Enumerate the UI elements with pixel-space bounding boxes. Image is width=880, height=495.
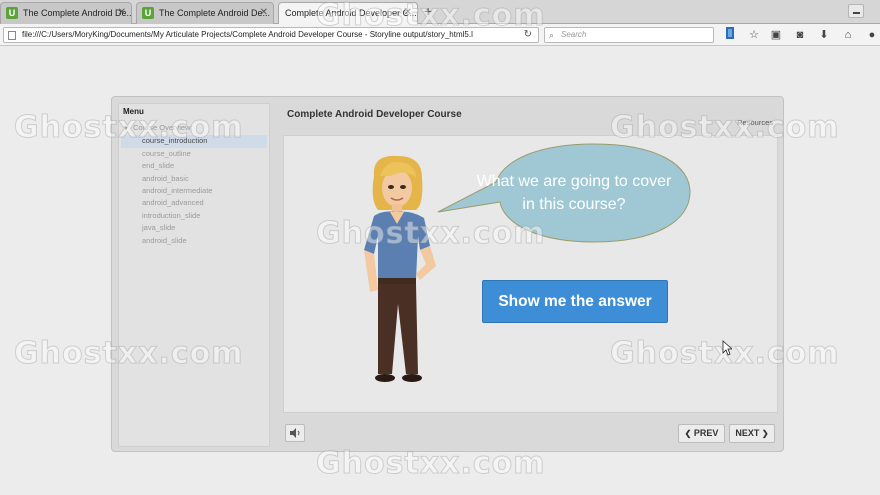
menu-item-course-outline[interactable]: course_outline (119, 148, 269, 160)
chevron-left-icon: ❮ (684, 429, 692, 438)
next-label: NEXT (735, 428, 760, 438)
chat-icon[interactable]: ● (864, 27, 880, 43)
question-text: What we are going to cover in this cours… (476, 173, 672, 213)
caret-down-icon: ▼ (123, 126, 129, 132)
menu-item-java-slide[interactable]: java_slide (119, 222, 269, 234)
course-player: Menu ▼ Course Overview course_introductio… (111, 96, 784, 452)
close-tab-icon[interactable]: ✕ (404, 3, 412, 23)
tab-label: The Complete Android De... (23, 8, 132, 18)
player-header: Complete Android Developer Course Resour… (278, 103, 779, 129)
browser-tab-1[interactable]: U The Complete Android De... ✕ (0, 2, 132, 24)
menu-group-course-overview[interactable]: ▼ Course Overview (119, 122, 269, 135)
show-answer-button[interactable]: Show me the answer (482, 280, 668, 323)
slide-canvas: What we are going to cover in this cours… (283, 135, 778, 413)
tab-label: The Complete Android De... (159, 8, 271, 18)
udemy-favicon-icon: U (142, 7, 154, 19)
search-input[interactable]: ⌕ Search (544, 27, 714, 43)
udemy-favicon-icon: U (6, 7, 18, 19)
menu-sidebar: Menu ▼ Course Overview course_introductio… (118, 103, 270, 447)
menu-item-android-advanced[interactable]: android_advanced (119, 197, 269, 209)
volume-button[interactable] (285, 424, 305, 442)
chevron-right-icon: ❯ (761, 429, 769, 438)
page-icon (8, 31, 16, 40)
url-text: file:///C:/Users/MoryKing/Documents/My A… (22, 30, 473, 39)
minimize-window-button[interactable] (848, 4, 864, 18)
download-icon[interactable]: ⬇ (816, 27, 832, 43)
menu-item-course-introduction[interactable]: course_introduction (121, 135, 267, 148)
bookmark-star-icon[interactable]: ☆ (746, 27, 762, 43)
browser-tab-active[interactable]: Complete Android Developer C... ✕ (278, 2, 418, 25)
menu-item-android-basic[interactable]: android_basic (119, 173, 269, 185)
course-title: Complete Android Developer Course (287, 109, 462, 120)
reader-icon[interactable] (722, 27, 738, 43)
search-icon: ⌕ (549, 30, 555, 40)
address-bar[interactable]: file:///C:/Users/MoryKing/Documents/My A… (3, 27, 539, 43)
browser-tab-2[interactable]: U The Complete Android De... ✕ (136, 2, 274, 24)
search-placeholder: Search (561, 30, 587, 39)
menu-item-end-slide[interactable]: end_slide (119, 160, 269, 172)
home-icon[interactable]: ⌂ (840, 27, 856, 43)
resources-link[interactable]: Resources (737, 118, 773, 127)
browser-tab-bar: U The Complete Android De... ✕ U The Com… (0, 0, 880, 25)
menu-item-introduction-slide[interactable]: introduction_slide (119, 210, 269, 222)
close-tab-icon[interactable]: ✕ (118, 3, 126, 23)
presenter-character (364, 155, 436, 382)
menu-heading: Menu (123, 107, 144, 116)
menu-item-android-intermediate[interactable]: android_intermediate (119, 185, 269, 197)
next-button[interactable]: NEXT ❯ (729, 424, 775, 443)
menu-item-android-slide[interactable]: android_slide (119, 235, 269, 247)
menu-list: ▼ Course Overview course_introduction cou… (119, 120, 269, 247)
browser-nav-bar: file:///C:/Users/MoryKing/Documents/My A… (0, 24, 880, 46)
speaker-icon (290, 428, 300, 438)
clipboard-icon[interactable]: ▣ (768, 27, 784, 43)
new-tab-icon[interactable]: + (424, 3, 432, 19)
prev-button[interactable]: ❮ PREV (678, 424, 725, 443)
prev-label: PREV (693, 428, 719, 438)
tab-label: Complete Android Developer C... (285, 8, 417, 18)
close-tab-icon[interactable]: ✕ (260, 3, 268, 23)
pocket-icon[interactable]: ◙ (792, 27, 808, 43)
menu-item-label: Course Overview (133, 123, 191, 132)
mouse-cursor-icon (722, 340, 732, 356)
reload-icon[interactable]: ↻ (524, 28, 532, 42)
